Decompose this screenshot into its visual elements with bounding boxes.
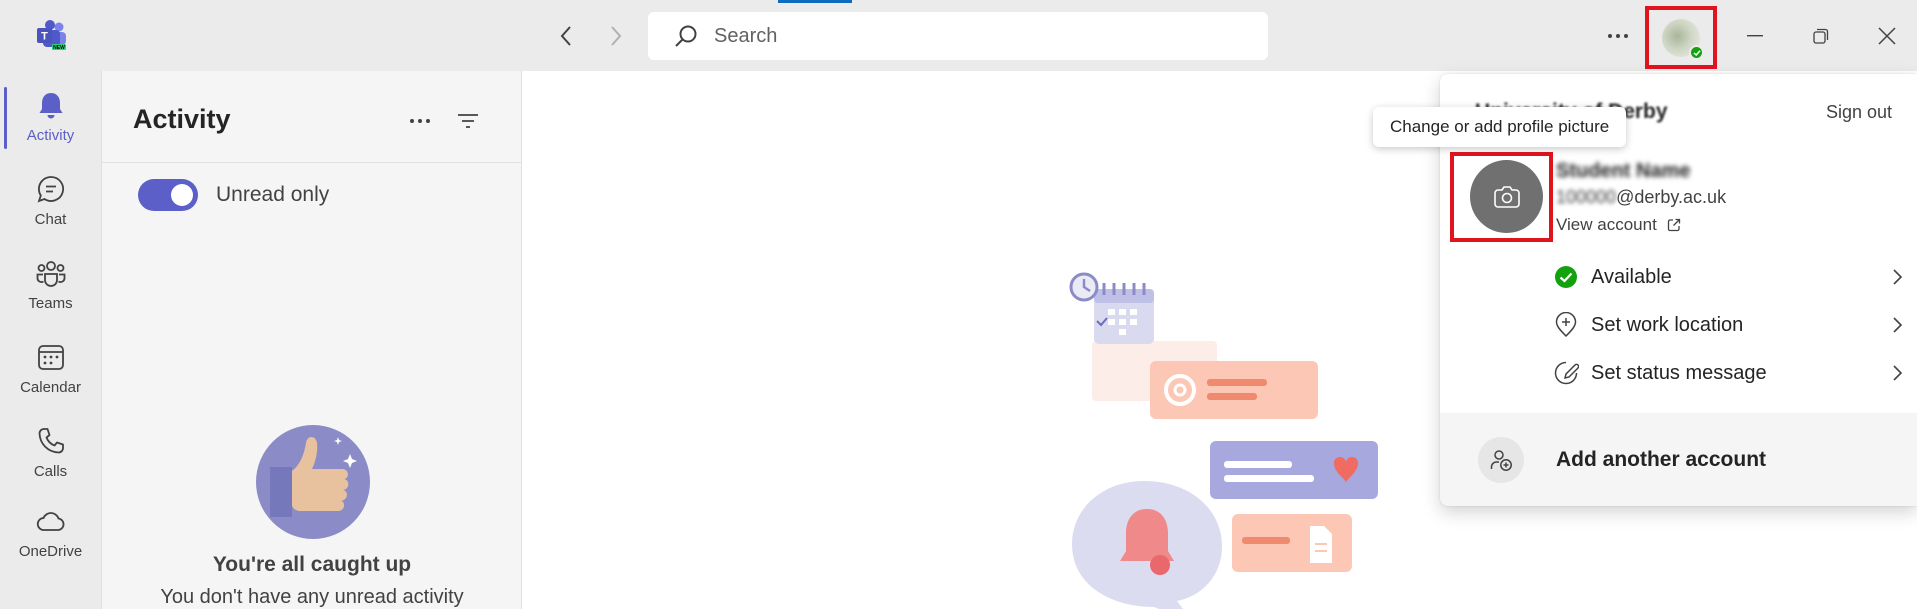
chevron-left-icon: [560, 26, 571, 46]
chevron-right-icon: [1893, 269, 1903, 285]
activity-pane: Activity Unread only You're all caught u…: [101, 71, 522, 609]
ellipsis-icon: [410, 119, 430, 123]
rail-label: Teams: [28, 295, 73, 312]
cloud-icon: [36, 512, 64, 531]
search-icon: [675, 25, 697, 47]
title-bar: T NEW: [0, 0, 1917, 71]
activity-pane-header: Activity: [102, 71, 522, 163]
camera-icon: [1493, 185, 1520, 208]
rail-item-calls[interactable]: Calls: [0, 413, 101, 493]
unread-only-row: Unread only: [138, 179, 329, 211]
chat-icon: [37, 176, 64, 203]
email-local-part: 100000: [1556, 187, 1617, 207]
close-button[interactable]: [1864, 16, 1910, 56]
close-icon: [1878, 27, 1896, 45]
bell-icon: [39, 93, 62, 119]
rail-item-activity[interactable]: Activity: [0, 77, 101, 157]
status-label: Available: [1591, 265, 1672, 288]
user-display-name: Student Name: [1556, 160, 1691, 182]
restore-button[interactable]: [1798, 16, 1844, 56]
svg-text:T: T: [41, 31, 48, 43]
rail-item-teams[interactable]: Teams: [0, 245, 101, 325]
chevron-right-icon: [1893, 365, 1903, 381]
change-profile-picture-button[interactable]: [1450, 152, 1553, 242]
status-message-icon: [1553, 360, 1579, 386]
view-account-label: View account: [1556, 215, 1657, 234]
filter-icon: [458, 114, 478, 128]
rail-item-chat[interactable]: Chat: [0, 161, 101, 241]
profile-picture: [1470, 160, 1543, 233]
rail-item-onedrive[interactable]: OneDrive: [0, 493, 101, 573]
ellipsis-icon: [1608, 34, 1628, 38]
search-box[interactable]: [648, 12, 1268, 60]
activity-more-button[interactable]: [402, 103, 438, 139]
set-status-message-item[interactable]: Set status message: [1553, 353, 1907, 393]
set-work-location-item[interactable]: Set work location: [1553, 305, 1907, 345]
app-rail: Activity Chat Teams Calendar Calls OneDr…: [0, 71, 101, 609]
teams-logo-icon: T NEW: [37, 20, 66, 51]
empty-state-subtitle: You don't have any unread activity: [160, 586, 464, 608]
user-email: 100000@derby.ac.uk: [1556, 187, 1726, 208]
email-domain: @derby.ac.uk: [1616, 187, 1727, 207]
forward-button[interactable]: [600, 20, 632, 52]
status-label: Set work location: [1591, 313, 1744, 336]
unread-only-toggle[interactable]: [138, 179, 198, 211]
rail-label: OneDrive: [18, 543, 83, 560]
minimize-icon: [1747, 35, 1763, 37]
rail-item-calendar[interactable]: Calendar: [0, 329, 101, 409]
thumbs-up-illustration: [256, 425, 370, 539]
restore-icon: [1813, 28, 1829, 44]
status-label: Set status message: [1591, 361, 1767, 384]
activity-illustration: [1069, 272, 1378, 609]
chevron-right-icon: [611, 26, 622, 46]
filter-button[interactable]: [450, 103, 486, 139]
rail-label: Chat: [34, 211, 67, 228]
profile-picture-tooltip: Change or add profile picture: [1373, 107, 1627, 147]
more-options-button[interactable]: [1600, 20, 1636, 52]
rail-label: Calendar: [20, 379, 81, 396]
add-another-account-button[interactable]: Add another account: [1440, 413, 1917, 506]
sign-out-link[interactable]: Sign out: [1826, 102, 1892, 123]
rail-label: Activity: [26, 127, 75, 144]
toggle-label: Unread only: [216, 183, 330, 206]
external-link-icon: [1667, 218, 1680, 232]
add-account-label: Add another account: [1556, 447, 1767, 471]
available-check-icon: [1553, 264, 1579, 290]
search-input[interactable]: [714, 24, 1234, 48]
rail-label: Calls: [33, 463, 68, 480]
active-tab-indicator: [778, 0, 852, 3]
view-account-link[interactable]: View account: [1556, 215, 1681, 235]
avatar: [1662, 19, 1704, 60]
empty-state-title: You're all caught up: [212, 553, 412, 576]
back-button[interactable]: [550, 20, 582, 52]
calendar-icon: [37, 345, 64, 370]
profile-avatar-button[interactable]: [1645, 6, 1717, 69]
phone-icon: [38, 428, 64, 454]
pane-title: Activity: [133, 104, 231, 134]
teams-icon: [36, 261, 65, 287]
minimize-button[interactable]: [1732, 16, 1778, 56]
location-pin-plus-icon: [1553, 312, 1579, 338]
chevron-right-icon: [1893, 317, 1903, 333]
logo-badge: NEW: [53, 45, 65, 51]
presence-available-icon: [1689, 45, 1704, 60]
add-person-icon: [1478, 436, 1524, 483]
status-available-item[interactable]: Available: [1553, 257, 1907, 297]
